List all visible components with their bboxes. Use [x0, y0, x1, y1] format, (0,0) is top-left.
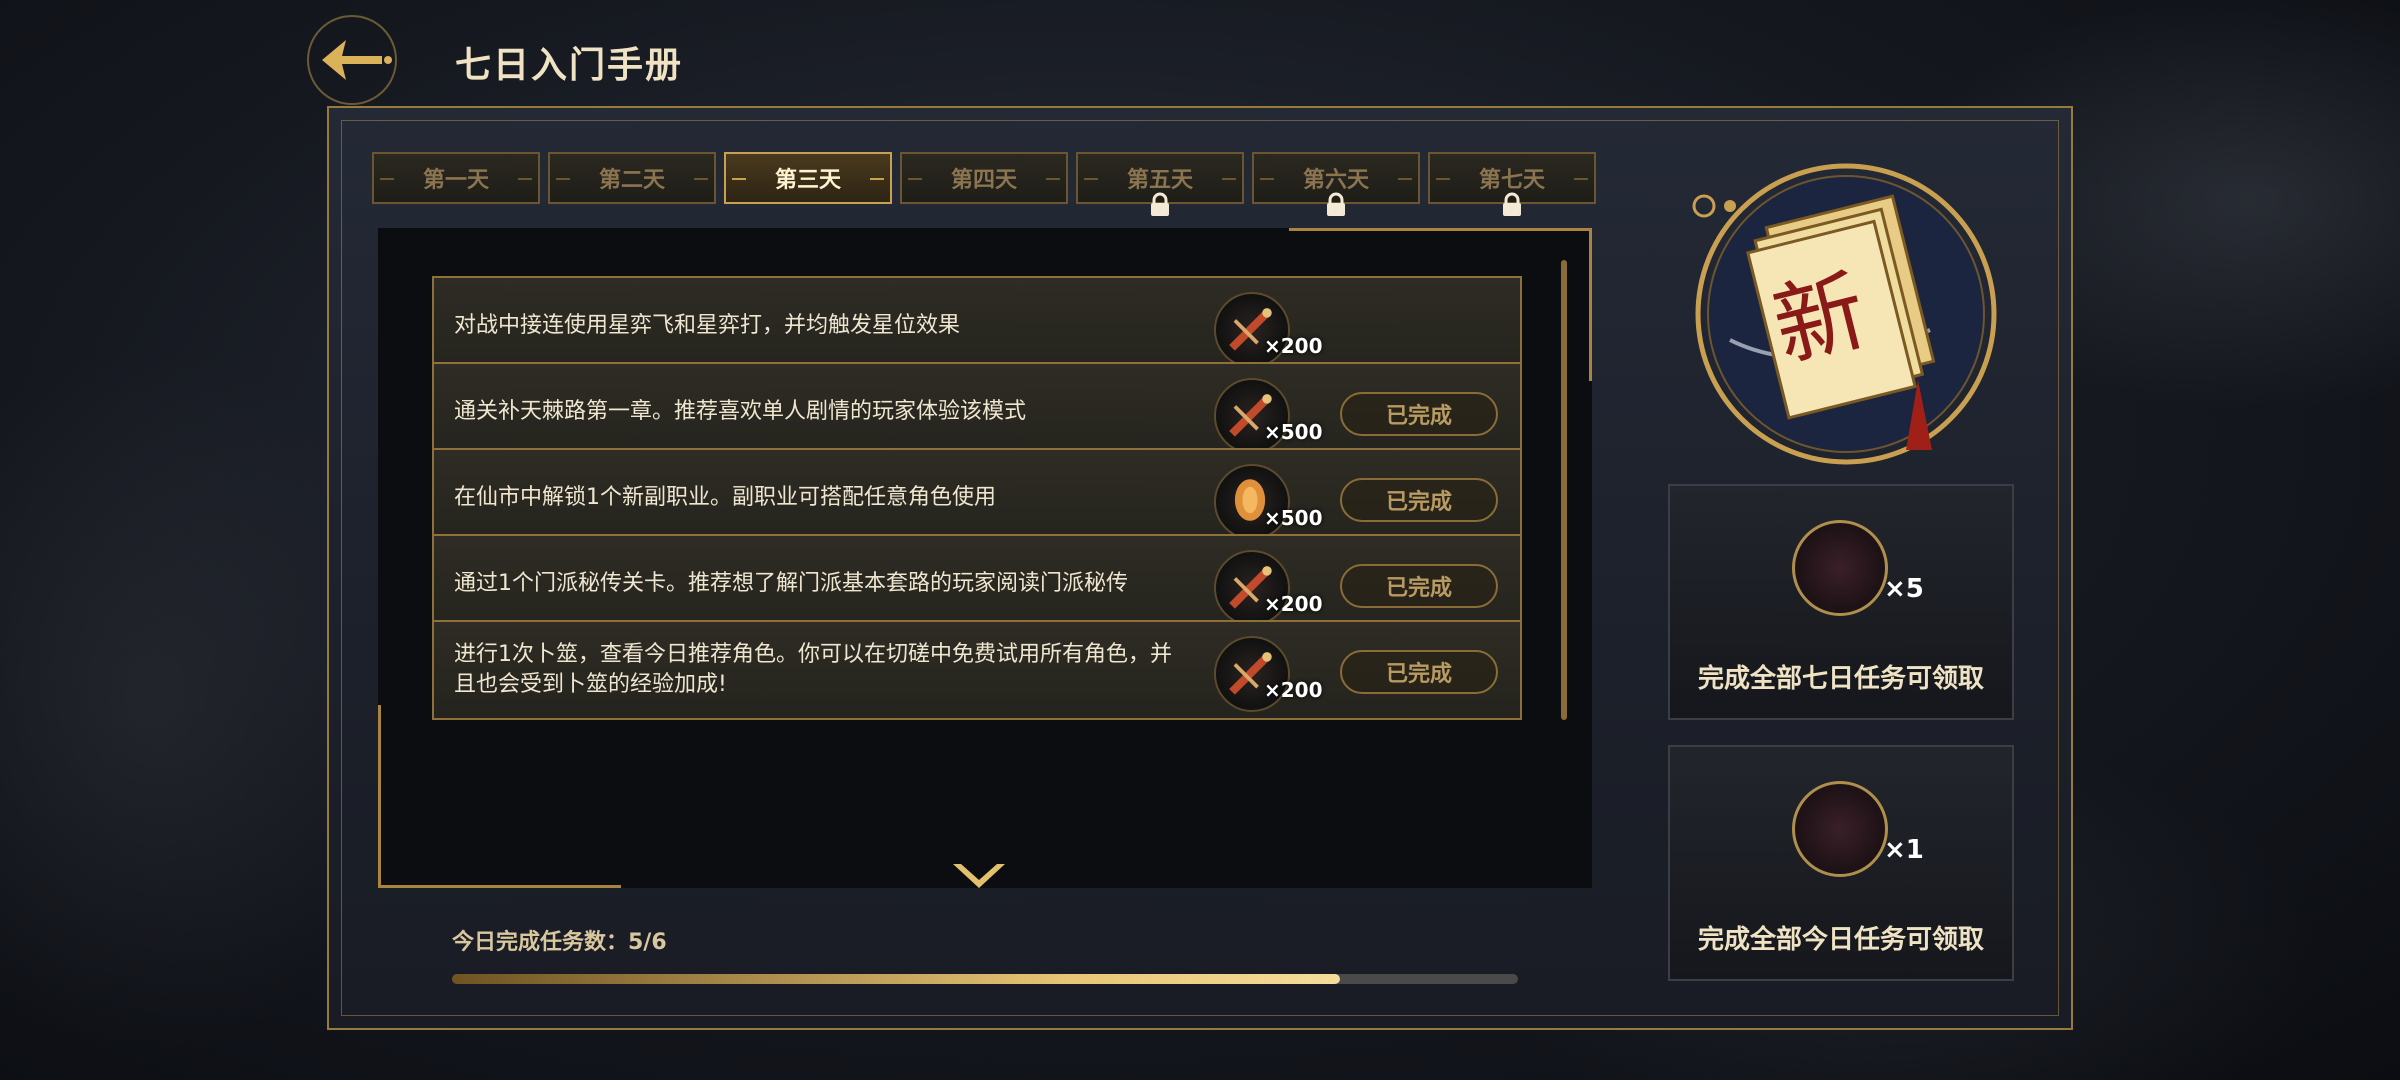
task-row: 对战中接连使用星弈飞和星弈打，并均触发星位效果 ×200: [432, 276, 1522, 376]
back-button[interactable]: [297, 10, 407, 110]
reward-quantity: ×500: [1264, 420, 1323, 444]
task-description: 进行1次卜筮，查看今日推荐角色。你可以在切磋中免费试用所有角色，并且也会受到卜筮…: [454, 642, 1172, 697]
tab-label: 第三天: [774, 168, 841, 193]
tab-day-6[interactable]: 第六天: [1252, 152, 1420, 216]
reward-quantity: ×200: [1264, 334, 1323, 358]
tab-day-4[interactable]: 第四天: [900, 152, 1068, 204]
daily-reward[interactable]: ×1 完成全部今日任务可领取: [1668, 745, 2014, 981]
tab-label: 第六天: [1302, 168, 1369, 193]
task-row: 通关补天棘路第一章。推荐喜欢单人剧情的玩家体验该模式 ×500 已完成: [432, 362, 1522, 462]
tab-label: 第七天: [1478, 168, 1545, 193]
scroll-down-chevron-icon[interactable]: [951, 860, 1007, 892]
task-description: 通关补天棘路第一章。推荐喜欢单人剧情的玩家体验该模式: [454, 399, 1027, 424]
newbie-handbook-emblem: 新: [1692, 163, 1997, 465]
lock-icon: [1327, 192, 1345, 216]
reward-condition: 完成全部七日任务可领取: [1697, 664, 1984, 694]
tab-day-7[interactable]: 第七天: [1428, 152, 1596, 216]
tab-day-1[interactable]: 第一天: [372, 152, 540, 204]
task-list-scrollbar[interactable]: [1561, 260, 1567, 720]
task-list[interactable]: 对战中接连使用星弈飞和星弈打，并均触发星位效果 ×200 通关补天棘路第一章。推荐喜…: [378, 228, 1592, 888]
reward-quantity: ×200: [1264, 592, 1323, 616]
page-title: 七日入门手册: [455, 45, 684, 86]
task-row: 通过1个门派秘传关卡。推荐想了解门派基本套路的玩家阅读门派秘传 ×200 已完成: [432, 534, 1522, 634]
daily-progress-bar: [452, 974, 1518, 984]
day-tabs: 第一天 第二天 第三天 第四天 第五天 第六天 第七天: [372, 152, 1600, 216]
tab-day-2[interactable]: 第二天: [548, 152, 716, 204]
task-row: 进行1次卜筮，查看今日推荐角色。你可以在切磋中免费试用所有角色，并且也会受到卜筮…: [432, 620, 1522, 720]
task-completed-button[interactable]: 已完成: [1340, 392, 1498, 436]
task-completed-button[interactable]: 已完成: [1340, 478, 1498, 522]
dragon-badge-icon: [1792, 781, 1888, 877]
task-description: 对战中接连使用星弈飞和星弈打，并均触发星位效果: [454, 313, 961, 338]
seven-day-reward[interactable]: ×5 完成全部七日任务可领取: [1668, 484, 2014, 720]
daily-progress-fill: [452, 974, 1341, 984]
reward-quantity: ×200: [1264, 678, 1323, 702]
lock-icon: [1151, 192, 1169, 216]
tab-label: 第一天: [422, 168, 489, 193]
task-description: 通过1个门派秘传关卡。推荐想了解门派基本套路的玩家阅读门派秘传: [454, 571, 1128, 596]
tab-label: 第五天: [1126, 168, 1193, 193]
dragon-badge-icon: [1792, 520, 1888, 616]
daily-progress-label: 今日完成任务数：5/6: [452, 930, 667, 955]
task-description: 在仙市中解锁1个新副职业。副职业可搭配任意角色使用: [454, 485, 996, 510]
task-completed-button[interactable]: 已完成: [1340, 564, 1498, 608]
back-arrow-icon: [307, 15, 397, 105]
tab-label: 第二天: [598, 168, 665, 193]
reward-quantity: ×5: [1884, 574, 1924, 604]
task-completed-button[interactable]: 已完成: [1340, 650, 1498, 694]
reward-quantity: ×1: [1884, 835, 1924, 865]
reward-quantity: ×500: [1264, 506, 1323, 530]
lock-icon: [1503, 192, 1521, 216]
tab-day-5[interactable]: 第五天: [1076, 152, 1244, 216]
reward-condition: 完成全部今日任务可领取: [1697, 925, 1984, 955]
corner-ornament: [378, 705, 621, 888]
task-row: 在仙市中解锁1个新副职业。副职业可搭配任意角色使用 ×500 已完成: [432, 448, 1522, 548]
tab-day-3[interactable]: 第三天: [724, 152, 892, 204]
tab-label: 第四天: [950, 168, 1017, 193]
